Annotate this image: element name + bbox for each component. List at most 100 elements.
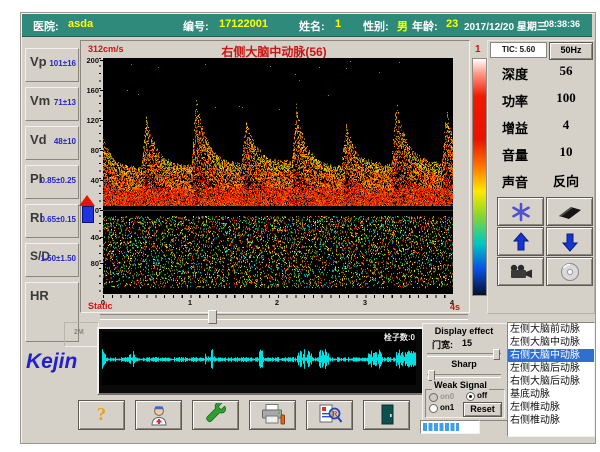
time-scrollbar-thumb[interactable] [208,310,217,324]
filter-50hz-button[interactable]: 50Hz [549,42,593,60]
record-button[interactable] [497,257,544,286]
sound-label: 声音 [502,172,536,191]
exit-button[interactable] [363,400,410,430]
gender-value: 男 [397,18,408,34]
sweep-time-label: 4s [450,302,460,312]
status-label: Static [88,301,113,311]
name-label: 姓名: [299,18,325,34]
snowflake-icon [509,202,533,222]
radio-off[interactable] [466,392,475,401]
sound-value: 反向 [546,171,586,190]
vp-value: 101±16 [49,59,76,68]
volume-value: 10 [546,144,586,160]
y-tick-160: 160 [78,86,99,95]
probe-frequency-label: 2M [74,329,84,336]
gain-value: 4 [546,117,586,133]
artery-item[interactable]: 左侧大脑中动脉 [508,336,594,349]
param-cell-vp[interactable]: Vp 101±16 [25,48,79,82]
y-tick-40: 40 [78,176,99,185]
baseline-down-button[interactable] [546,227,593,256]
artery-item[interactable]: 右侧大脑后动脉 [508,375,594,388]
channel-label: 1 [475,44,481,55]
artery-item[interactable]: 基底动脉 [508,388,594,401]
x-tick-1: 1 [184,298,196,307]
gain-label: 增益 [502,118,536,137]
radio-on0-label: on0 [440,392,454,401]
eraser-icon [557,203,583,221]
sd-value: 1.50±1.50 [40,254,76,263]
date-display: 2017/12/20 星期三 [464,18,547,33]
display-effect-title: Display effect [422,326,506,336]
vm-label: Vm [30,93,50,108]
x-tick-2: 2 [271,298,283,307]
vm-value: 71±13 [54,98,76,107]
artery-item[interactable]: 左侧椎动脉 [508,401,594,414]
baseline-up-button[interactable] [497,227,544,256]
age-value: 23 [446,18,458,30]
review-report-button[interactable]: R [306,400,353,430]
artery-item[interactable]: 左侧大脑后动脉 [508,362,594,375]
artery-listbox[interactable]: 左侧大脑前动脉 左侧大脑中动脉 右侧大脑中动脉 左侧大脑后动脉 右侧大脑后动脉 … [507,322,595,437]
gate-slider-track[interactable] [427,353,501,357]
printer-icon [260,403,286,427]
baseline-marker-arrow[interactable] [79,195,95,206]
radio-on1[interactable] [429,404,438,413]
print-button[interactable] [249,400,296,430]
param-cell-vd[interactable]: Vd 48±10 [25,126,79,160]
param-cell-pi[interactable]: PI 0.85±0.25 [25,165,79,199]
settings-button[interactable] [192,400,239,430]
help-button[interactable]: ? [78,400,125,430]
volume-label: 音量 [502,145,536,164]
patient-info-button[interactable] [135,400,182,430]
spectrogram-canvas [103,58,453,294]
x-tick-3: 3 [359,298,371,307]
freeze-button[interactable] [497,197,544,226]
param-cell-sd[interactable]: S/D 1.50±1.50 [25,243,79,277]
param-cell-vm[interactable]: Vm 71±13 [25,87,79,121]
y-axis-minor-ticks [99,58,101,294]
y-tick-200: 200 [78,56,99,65]
disk-icon [559,262,581,282]
hospital-value: asda [68,18,93,30]
y-tick-120: 120 [78,116,99,125]
gate-width-label: 门宽: [432,338,453,351]
radio-off-label: off [477,391,487,400]
erase-button[interactable] [546,197,593,226]
y-tick-neg40: 40 [78,233,99,242]
ri-value: 0.65±0.15 [40,215,76,224]
artery-item-selected[interactable]: 右侧大脑中动脉 [508,349,594,362]
sharp-slider-track[interactable] [427,374,501,378]
report-magnifier-icon: R [317,403,343,427]
tcd-application-window: 医院: asda 编号: 17122001 姓名: 1 性别: 男 年龄: 23… [0,0,600,452]
vp-label: Vp [30,54,47,69]
brand-logo: Kejin [26,350,77,374]
name-value: 1 [335,18,341,30]
radio-on1-label: on1 [440,403,454,412]
vd-label: Vd [30,132,47,147]
artery-item[interactable]: 右侧椎动脉 [508,414,594,427]
signal-level-fill [423,423,459,431]
artery-item[interactable]: 左侧大脑前动脉 [508,323,594,336]
svg-text:R: R [332,410,338,419]
video-camera-icon [508,263,534,281]
id-label: 编号: [183,18,209,34]
save-disk-button[interactable] [546,257,593,286]
door-icon [376,403,398,427]
pi-value: 0.85±0.25 [40,176,76,185]
time-display: 08:38:36 [544,19,580,29]
param-cell-ri[interactable]: RI 0.65±0.15 [25,204,79,238]
radio-on0[interactable] [429,393,438,402]
hr-label: HR [30,288,49,303]
time-scrollbar-track[interactable] [100,314,468,320]
patient-header-bar: 医院: asda 编号: 17122001 姓名: 1 性别: 男 年龄: 23… [22,14,592,37]
baseline-marker-handle[interactable] [82,206,94,223]
power-label: 功率 [502,91,536,110]
emboli-count-label: 栓子数:0 [345,332,415,343]
depth-value: 56 [546,63,586,79]
hospital-label: 医院: [33,18,59,34]
arrow-up-icon [512,232,530,252]
tic-readout: TIC: 5.60 [490,42,547,58]
reset-button[interactable]: Reset [463,402,502,417]
patient-icon [147,403,171,427]
age-label: 年龄: [412,18,438,34]
